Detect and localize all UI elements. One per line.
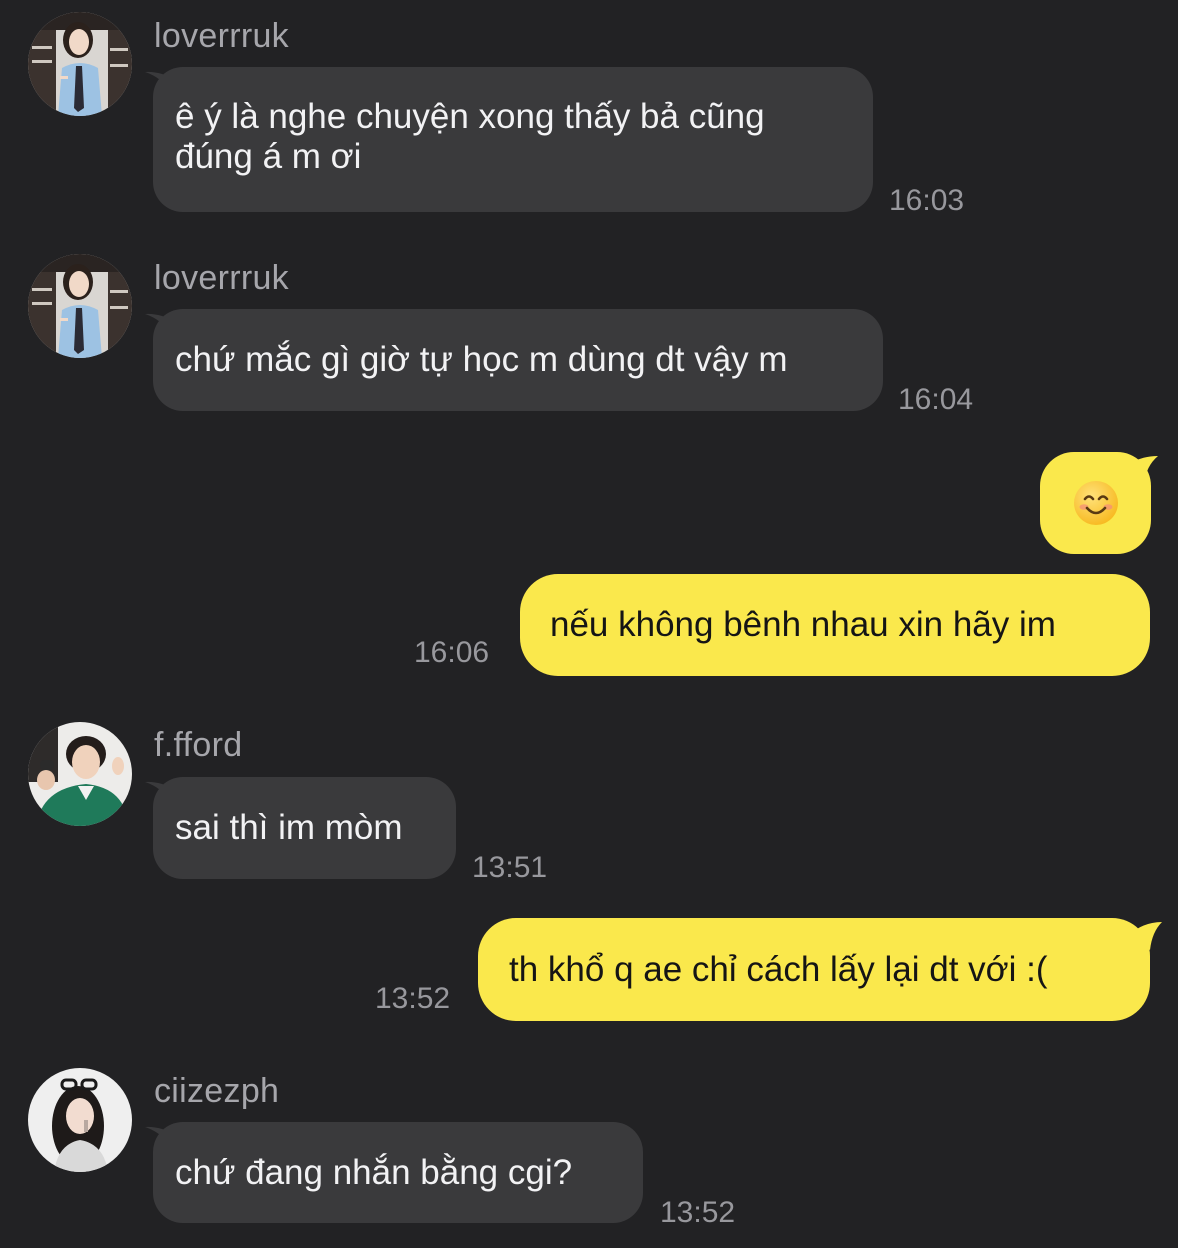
avatar-photo (28, 722, 132, 826)
message-text-line: ê ý là nghe chuyện xong thấy bả cũng (175, 97, 765, 136)
sender-avatar-loverrruk[interactable] (28, 254, 132, 358)
message-text-block: ê ý là nghe chuyện xong thấy bả cũng đún… (153, 67, 873, 212)
message-timestamp: 13:52 (375, 982, 451, 1015)
sender-name: loverrruk (154, 17, 289, 55)
message-timestamp: 16:03 (889, 184, 965, 217)
sender-avatar-ciizezph[interactable] (28, 1068, 132, 1172)
message-bubble-outgoing-emoji[interactable] (1040, 452, 1158, 554)
message-text: chứ đang nhắn bằng cgi? (153, 1122, 643, 1223)
message-text: th khổ q ae chỉ cách lấy lại dt với :( (478, 918, 1150, 1021)
message-timestamp: 16:04 (898, 383, 974, 416)
message-text: chứ mắc gì giờ tự học m dùng dt vậy m (153, 309, 883, 411)
avatar-photo (28, 12, 132, 116)
message-timestamp: 16:06 (414, 636, 490, 669)
smiling-face-emoji-icon (1073, 480, 1119, 526)
message-bubble-incoming[interactable]: ê ý là nghe chuyện xong thấy bả cũng đún… (145, 67, 873, 212)
emoji-container (1040, 452, 1151, 554)
sender-name: ciizezph (154, 1072, 280, 1110)
message-bubble-outgoing[interactable]: th khổ q ae chỉ cách lấy lại dt với :( (478, 918, 1162, 1021)
message-text: nếu không bênh nhau xin hãy im (550, 605, 1056, 644)
sender-name: loverrruk (154, 259, 289, 297)
message-bubble-incoming[interactable]: chứ mắc gì giờ tự học m dùng dt vậy m (145, 309, 883, 411)
message-timestamp: 13:51 (472, 851, 548, 884)
message-timestamp: 13:52 (660, 1196, 736, 1229)
avatar-photo (28, 254, 132, 358)
sender-name: f.fford (154, 726, 243, 764)
message-text-line: đúng á m ơi (175, 137, 362, 176)
message-text: sai thì im mòm (153, 777, 456, 879)
message-bubble-incoming[interactable]: sai thì im mòm (145, 777, 456, 879)
message-bubble-outgoing[interactable]: nếu không bênh nhau xin hãy im (520, 574, 1150, 676)
avatar-photo (28, 1068, 132, 1172)
sender-avatar-f-fford[interactable] (28, 722, 132, 826)
message-bubble-incoming[interactable]: chứ đang nhắn bằng cgi? (145, 1122, 643, 1223)
sender-avatar-loverrruk[interactable] (28, 12, 132, 116)
